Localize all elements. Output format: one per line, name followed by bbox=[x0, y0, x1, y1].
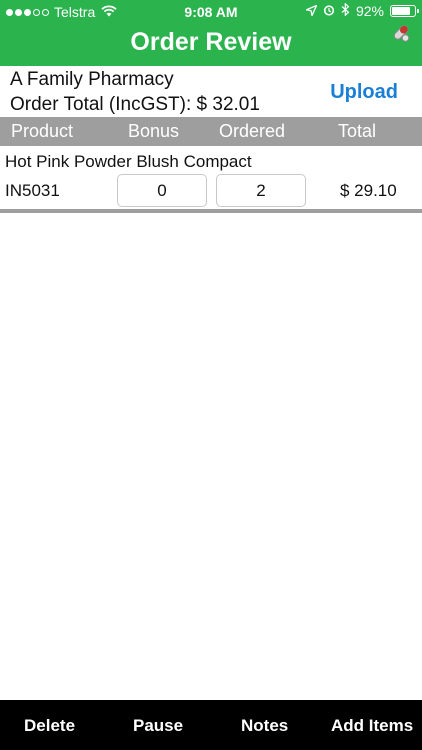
table-row[interactable]: Hot Pink Powder Blush Compact IN5031 0 2… bbox=[0, 146, 422, 213]
location-arrow-icon bbox=[304, 3, 318, 19]
row-total: $ 29.10 bbox=[340, 181, 397, 200]
bottom-toolbar: Delete Pause Notes Add Items bbox=[0, 700, 422, 750]
column-bonus: Bonus bbox=[128, 121, 180, 141]
status-right: 92% bbox=[304, 2, 419, 19]
ordered-quantity-field[interactable]: 2 bbox=[216, 174, 306, 207]
delete-button[interactable]: Delete bbox=[24, 716, 75, 736]
bonus-quantity-field[interactable]: 0 bbox=[117, 174, 207, 207]
alarm-clock-icon bbox=[323, 3, 335, 19]
page-title: Order Review bbox=[130, 28, 292, 56]
notes-button[interactable]: Notes bbox=[241, 716, 288, 736]
product-code: IN5031 bbox=[5, 181, 60, 200]
battery-fill bbox=[392, 7, 411, 15]
product-name: Hot Pink Powder Blush Compact bbox=[5, 152, 252, 171]
order-total: Order Total (IncGST): $ 32.01 bbox=[10, 94, 260, 115]
column-product: Product bbox=[11, 121, 74, 141]
pharmacy-name: A Family Pharmacy bbox=[10, 69, 174, 90]
table-header: Product Bonus Ordered Total bbox=[0, 117, 422, 146]
add-items-button[interactable]: Add Items bbox=[331, 716, 413, 736]
battery-icon bbox=[390, 5, 419, 17]
pause-button[interactable]: Pause bbox=[133, 716, 183, 736]
status-bar: Telstra 9:08 AM 92% bbox=[0, 0, 422, 24]
app-header: Telstra 9:08 AM 92% Order Review bbox=[0, 0, 422, 66]
bluetooth-icon bbox=[341, 2, 350, 19]
order-info: A Family Pharmacy Order Total (IncGST): … bbox=[0, 66, 422, 117]
battery-percent: 92% bbox=[355, 3, 384, 19]
column-ordered: Ordered bbox=[219, 121, 286, 141]
column-total: Total bbox=[338, 121, 377, 141]
pill-tools-icon[interactable] bbox=[390, 21, 412, 48]
upload-button[interactable]: Upload bbox=[330, 81, 398, 104]
